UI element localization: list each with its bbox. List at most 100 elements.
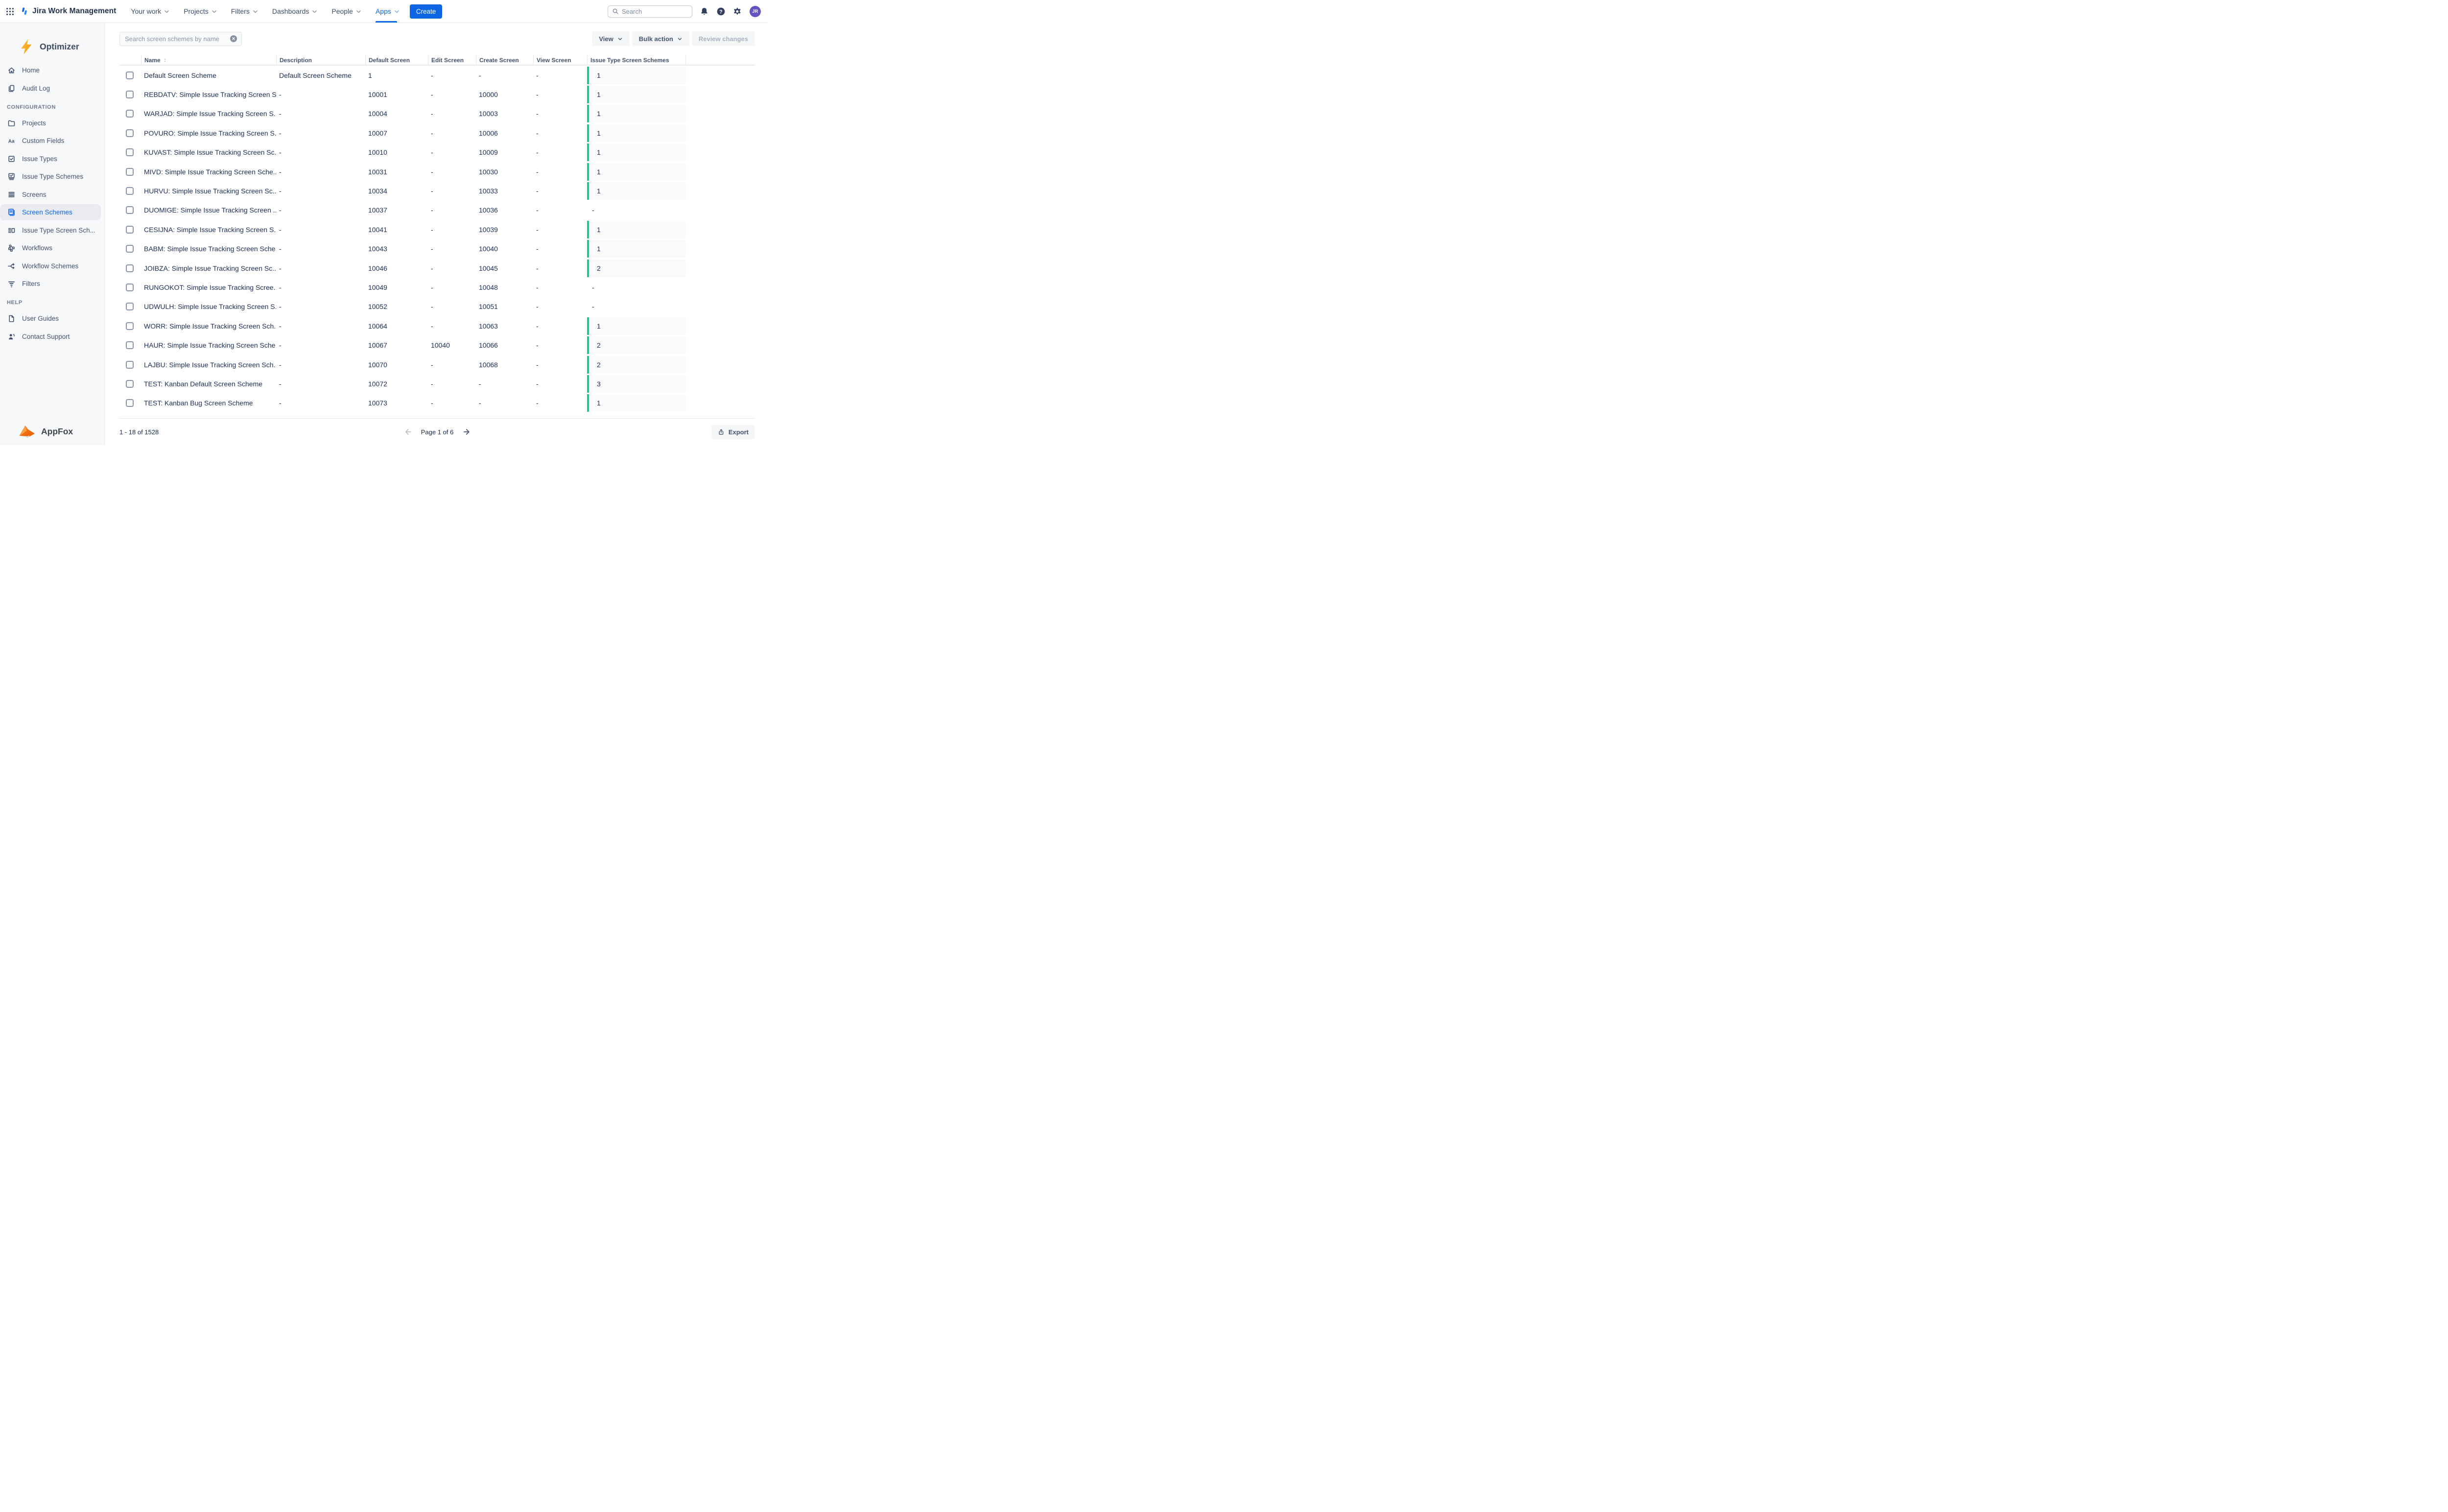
cell-issue-type-screen-schemes: 2 (587, 335, 686, 354)
clear-search-icon[interactable]: ✕ (230, 35, 237, 42)
row-checkbox[interactable] (126, 148, 134, 156)
table-row[interactable]: LAJBU: Simple Issue Tracking Screen Sch.… (119, 355, 755, 374)
table-row[interactable]: Default Screen SchemeDefault Screen Sche… (119, 66, 755, 85)
cell-default-screen: 10031 (365, 168, 428, 176)
scheme-search-input[interactable]: Search screen schemes by name ✕ (119, 32, 242, 46)
table-row[interactable]: WORR: Simple Issue Tracking Screen Sch..… (119, 316, 755, 335)
row-checkbox[interactable] (126, 110, 134, 118)
bulk-action-dropdown-button[interactable]: Bulk action (632, 31, 689, 46)
jira-logo[interactable]: Jira Work Management (20, 7, 116, 16)
cell-create-screen: 10045 (476, 264, 533, 272)
sidebar-item-screens[interactable]: Screens (0, 187, 101, 203)
cell-issue-type-screen-schemes: 1 (587, 316, 686, 335)
app-switcher-icon[interactable] (6, 7, 14, 16)
audit-log-icon (7, 84, 16, 93)
row-checkbox[interactable] (126, 380, 134, 388)
sidebar-item-issue-type-schemes[interactable]: Issue Type Schemes (0, 168, 101, 185)
table-row[interactable]: JOIBZA: Simple Issue Tracking Screen Sc.… (119, 259, 755, 278)
sidebar-item-contact-support[interactable]: Contact Support (0, 329, 101, 345)
table-row[interactable]: CESIJNA: Simple Issue Tracking Screen S.… (119, 220, 755, 239)
review-changes-button[interactable]: Review changes (692, 31, 755, 46)
previous-page-arrow-icon[interactable] (404, 428, 412, 436)
sidebar-item-custom-fields[interactable]: AaCustom Fields (0, 133, 101, 149)
cell-description: - (276, 148, 365, 156)
sidebar-item-issue-types[interactable]: Issue Types (0, 151, 101, 167)
user-avatar[interactable]: JR (750, 6, 761, 17)
row-checkbox[interactable] (126, 206, 134, 214)
sidebar-item-label: Issue Type Schemes (22, 173, 83, 180)
row-checkbox[interactable] (126, 187, 134, 195)
issue-type-screen-schemes-value: 2 (587, 260, 686, 277)
cell-edit-screen: - (428, 322, 476, 330)
sidebar-item-projects[interactable]: Projects (0, 115, 101, 131)
sidebar-item-audit-log[interactable]: Audit Log (0, 80, 101, 96)
sidebar-item-home[interactable]: Home (0, 62, 101, 78)
cell-issue-type-screen-schemes: - (587, 278, 686, 297)
column-header-name[interactable]: Name (141, 55, 276, 66)
row-checkbox-cell (119, 284, 141, 291)
cell-create-screen: 10003 (476, 110, 533, 118)
top-nav-item-apps[interactable]: Apps (376, 0, 400, 23)
settings-gear-icon[interactable] (733, 7, 742, 16)
sidebar-item-issue-type-screen-sch[interactable]: Issue Type Screen Sch... (0, 222, 101, 238)
row-checkbox[interactable] (126, 71, 134, 79)
row-checkbox[interactable] (126, 245, 134, 253)
table-row[interactable]: KUVAST: Simple Issue Tracking Screen Sc.… (119, 143, 755, 162)
top-nav-item-people[interactable]: People (331, 0, 362, 23)
top-nav-item-filters[interactable]: Filters (231, 0, 259, 23)
table-row[interactable]: DUOMIGE: Simple Issue Tracking Screen ..… (119, 201, 755, 220)
create-button[interactable]: Create (410, 4, 443, 19)
top-nav-item-label: Your work (131, 7, 161, 15)
table-row[interactable]: POVURO: Simple Issue Tracking Screen S..… (119, 123, 755, 142)
row-checkbox-cell (119, 187, 141, 195)
sidebar-item-workflows[interactable]: Workflows (0, 240, 101, 256)
export-button[interactable]: Export (711, 425, 755, 439)
global-search-input[interactable]: Search (608, 5, 692, 18)
table-row[interactable]: RUNGOKOT: Simple Issue Tracking Scree...… (119, 278, 755, 297)
row-checkbox[interactable] (126, 129, 134, 137)
next-page-arrow-icon[interactable] (462, 428, 470, 436)
row-checkbox-cell (119, 129, 141, 137)
sidebar-item-screen-schemes[interactable]: Screen Schemes (0, 204, 101, 220)
table-row[interactable]: WARJAD: Simple Issue Tracking Screen S..… (119, 104, 755, 123)
top-nav-item-dashboards[interactable]: Dashboards (272, 0, 318, 23)
sidebar-item-filters[interactable]: Filters (0, 276, 101, 292)
row-checkbox[interactable] (126, 284, 134, 291)
view-dropdown-button[interactable]: View (592, 31, 629, 46)
table-row[interactable]: REBDATV: Simple Issue Tracking Screen S.… (119, 85, 755, 104)
table-row[interactable]: MIVD: Simple Issue Tracking Screen Sche.… (119, 162, 755, 181)
cell-description: - (276, 226, 365, 234)
sidebar-item-label: Workflow Schemes (22, 262, 78, 270)
top-nav-item-your-work[interactable]: Your work (131, 0, 170, 23)
table-row[interactable]: TEST: Kanban Bug Screen Scheme-10073---1 (119, 394, 755, 413)
help-icon[interactable]: ? (716, 7, 726, 16)
bulk-action-label: Bulk action (639, 35, 673, 43)
top-nav-item-projects[interactable]: Projects (184, 0, 217, 23)
cell-create-screen: 10048 (476, 284, 533, 291)
filters-icon (7, 280, 16, 288)
row-checkbox[interactable] (126, 303, 134, 310)
table-row[interactable]: HAUR: Simple Issue Tracking Screen Sche.… (119, 335, 755, 354)
row-checkbox[interactable] (126, 91, 134, 98)
row-checkbox[interactable] (126, 341, 134, 349)
table-row[interactable]: UDWULH: Simple Issue Tracking Screen S..… (119, 297, 755, 316)
cell-name: UDWULH: Simple Issue Tracking Screen S..… (141, 303, 276, 310)
table-row[interactable]: HURVU: Simple Issue Tracking Screen Sc..… (119, 181, 755, 200)
screen-schemes-icon (7, 208, 16, 216)
table-row[interactable]: TEST: Kanban Default Screen Scheme-10072… (119, 374, 755, 393)
row-checkbox[interactable] (126, 361, 134, 369)
appfox-brand-label: AppFox (41, 426, 73, 437)
row-checkbox[interactable] (126, 168, 134, 176)
row-checkbox[interactable] (126, 322, 134, 330)
sidebar-item-workflow-schemes[interactable]: Workflow Schemes (0, 258, 101, 274)
cell-issue-type-screen-schemes: 3 (587, 374, 686, 393)
row-checkbox[interactable] (126, 226, 134, 234)
table-row[interactable]: BABM: Simple Issue Tracking Screen Sche.… (119, 239, 755, 259)
cell-issue-type-screen-schemes: 1 (587, 162, 686, 181)
cell-issue-type-screen-schemes: 1 (587, 239, 686, 259)
row-checkbox[interactable] (126, 399, 134, 407)
cell-description: - (276, 187, 365, 195)
sidebar-item-user-guides[interactable]: User Guides (0, 310, 101, 327)
row-checkbox[interactable] (126, 264, 134, 272)
notifications-icon[interactable] (700, 7, 709, 16)
